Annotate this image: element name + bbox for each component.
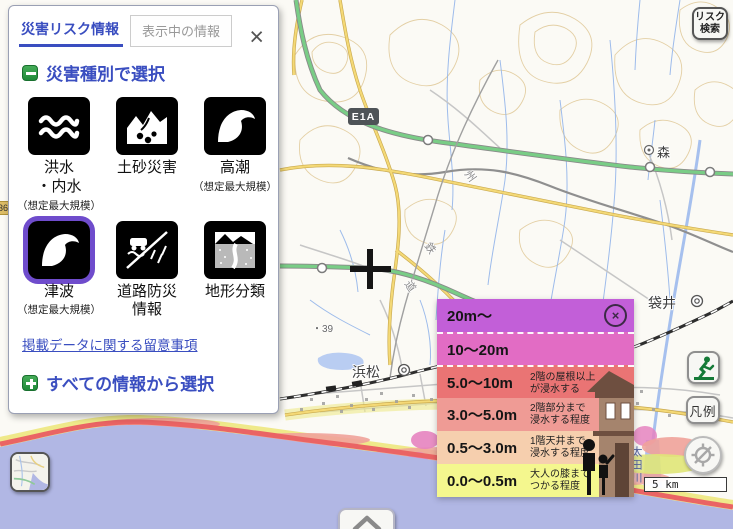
elevation-label: ・39 [312,320,333,335]
legend-depth-label: 0.5～3.0m [437,437,517,458]
tile-sub: （想定最大規模） [17,198,101,213]
legend-toggle-label: 凡例 [689,401,716,420]
flood-icon [28,97,90,155]
tile-label: 津波 [44,283,74,302]
scale-text: 5 km [645,478,679,491]
running-person-icon [691,355,717,381]
expressway-badge: E1A [348,108,379,125]
tile-label2: 情報 [117,301,177,320]
risk-search-label: リスク [695,12,725,24]
section-header: 災害種別で選択 [22,60,268,85]
disaster-tile-tsunami[interactable]: 津波 （想定最大規模） [15,221,103,322]
panel-tabs: 災害リスク情報 表示中の情報 × [9,6,278,47]
disaster-risk-panel: 災害リスク情報 表示中の情報 × 災害種別で選択 洪水・内水 [8,5,279,414]
road-disaster-icon [116,221,178,279]
data-notice-link[interactable]: 掲載データに関する留意事項 [22,334,278,354]
select-all-row: すべての情報から選択 [22,370,268,395]
evacuation-site-button[interactable] [687,351,720,384]
disaster-type-grid: 洪水・内水 （想定最大規模） 土砂災害 [15,97,278,321]
tile-label: 高潮 [220,159,250,178]
legend-close-icon[interactable]: × [604,304,627,327]
expand-plus-icon[interactable] [22,375,38,391]
terrain-classification-icon [204,221,266,279]
section-title: 災害種別で選択 [46,60,165,85]
locate-off-icon [690,442,716,468]
legend-row: 0.5～3.0m 1階天井まで浸水する程度 [437,431,634,464]
disaster-tile-terrain[interactable]: 地形分類 [191,221,279,322]
legend-depth-label: 5.0～10m [437,372,513,393]
legend-desc: 1階天井まで浸水する程度 [530,436,590,460]
tab-disaster-risk-info[interactable]: 災害リスク情報 [19,15,123,47]
tab-displayed-info[interactable]: 表示中の情報 [130,15,232,47]
legend-depth-label: 0.0～0.5m [437,470,517,491]
legend-row: 3.0～5.0m 2階部分まで浸水する程度 [437,398,634,431]
tile-label: 土砂災害 [117,159,177,178]
tsunami-icon [28,221,90,279]
tile-label: 洪水 [36,159,81,178]
legend-depth-label: 10～20m [437,339,509,360]
overview-map-button[interactable] [10,452,50,492]
mini-map-thumbnail [12,453,48,491]
tile-sub: （想定最大規模） [17,302,101,317]
risk-search-button[interactable]: リスク 検索 [692,7,728,40]
tile-label2: ・内水 [36,178,81,197]
disaster-tile-road[interactable]: 道路防災情報 [103,221,191,322]
tsunami-depth-legend: × 20m～ 10～20m 5.0～10m 2階の屋根以上が浸水する 3.0～5… [437,299,634,497]
collapse-panel-button[interactable] [338,508,395,529]
legend-row: 10～20m [437,332,634,365]
risk-search-label2: 検索 [695,24,725,36]
legend-desc: 大人の膝までつかる程度 [530,469,590,493]
tile-label: 道路防災 [117,283,177,302]
map-scale-bar: 5 km [644,477,727,492]
legend-desc: 2階の屋根以上が浸水する [530,372,596,396]
geolocation-button[interactable] [684,436,722,474]
chevron-up-icon [347,512,387,529]
storm-surge-icon [204,97,266,155]
collapse-minus-icon[interactable] [22,65,38,81]
legend-depth-label: 3.0～5.0m [437,404,517,425]
close-icon[interactable]: × [245,27,268,47]
disaster-tile-storm-surge[interactable]: 高潮 （想定最大規模） [191,97,279,213]
disaster-tile-flood[interactable]: 洪水・内水 （想定最大規模） [15,97,103,213]
legend-desc: 2階部分まで浸水する程度 [530,403,590,427]
hazard-map-app: E1A 362 森 袋井 浜松 太田川 ・39 州 鉄 道 災害リスク情報 表示… [0,0,733,529]
tile-sub: （想定最大規模） [193,179,277,194]
tile-label: 地形分類 [205,283,265,302]
select-all-label[interactable]: すべての情報から選択 [46,370,214,395]
legend-depth-label: 20m～ [437,305,492,326]
legend-row: 0.0～0.5m 大人の膝までつかる程度 [437,464,634,497]
legend-row: 5.0～10m 2階の屋根以上が浸水する [437,365,634,398]
disaster-tile-landslide[interactable]: 土砂災害 [103,97,191,213]
landslide-icon [116,97,178,155]
legend-toggle-button[interactable]: 凡例 [686,396,720,424]
